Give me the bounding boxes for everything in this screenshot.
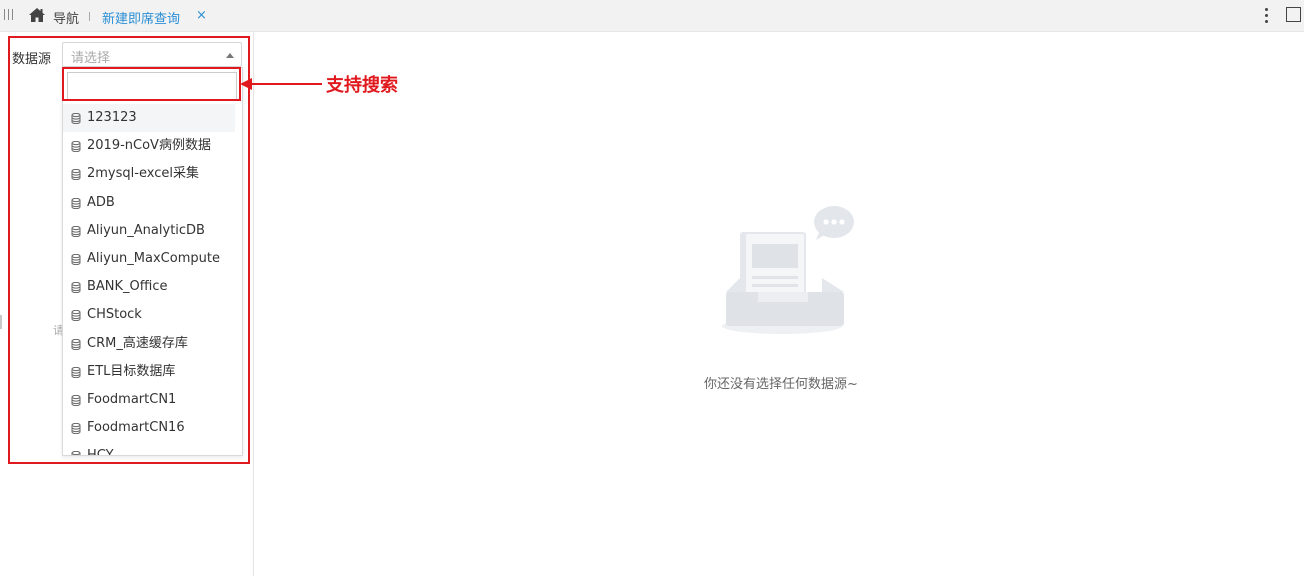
empty-state-text: 你还没有选择任何数据源~ [704,377,858,392]
nav-tab[interactable]: 导航 [53,8,79,27]
annotation-arrow-icon [240,78,322,90]
empty-inbox-icon [722,206,854,334]
maximize-icon[interactable] [1286,7,1301,22]
tab-new-adhoc-query[interactable]: 新建即席查询 [102,8,180,27]
more-vertical-icon[interactable] [1262,6,1270,26]
close-icon[interactable]: × [196,8,207,23]
tab-bar: 导航 新建即席查询 × [0,0,1304,32]
annotation-search-box [62,67,241,101]
panel-collapse-handle[interactable] [0,315,2,329]
tab-divider [89,12,90,21]
home-icon[interactable] [28,7,46,23]
grip-icon[interactable] [4,9,13,20]
annotation-text: 支持搜索 [326,75,398,96]
